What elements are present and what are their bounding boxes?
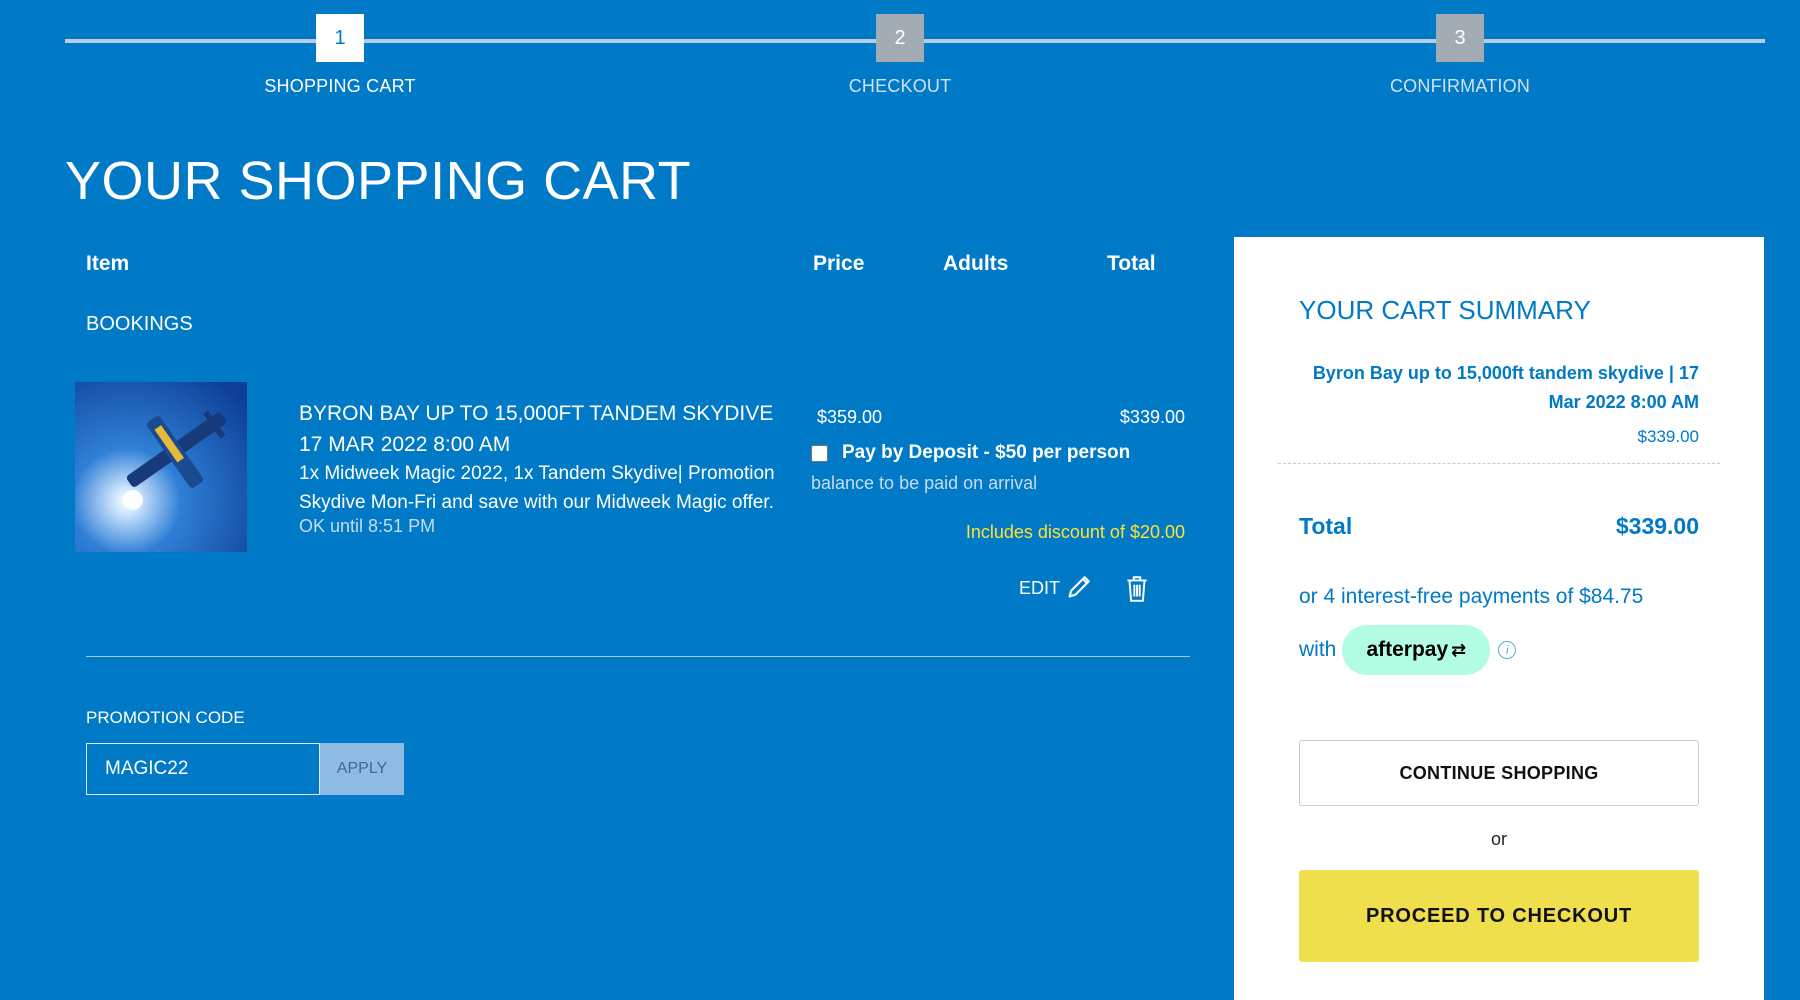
column-header-adults: Adults: [943, 252, 1009, 275]
promotion-code-label: PROMOTION CODE: [86, 708, 245, 727]
summary-item-name: Byron Bay up to 15,000ft tandem skydive …: [1312, 363, 1699, 412]
step-confirmation[interactable]: 3 CONFIRMATION: [1310, 14, 1610, 97]
cart-summary-title: YOUR CART SUMMARY: [1299, 295, 1591, 325]
booking-actions: EDIT: [1019, 572, 1150, 605]
step-checkout[interactable]: 2 CHECKOUT: [750, 14, 1050, 97]
pay-by-deposit-checkbox[interactable]: [811, 444, 828, 462]
page-title: YOUR SHOPPING CART: [65, 151, 692, 211]
with-label: with: [1299, 638, 1337, 661]
pay-by-deposit-label: Pay by Deposit - $50 per person: [842, 442, 1131, 463]
proceed-to-checkout-button[interactable]: PROCEED TO CHECKOUT: [1299, 870, 1699, 962]
info-icon[interactable]: i: [1498, 641, 1517, 659]
apply-promo-button[interactable]: APPLY: [320, 743, 404, 795]
edit-booking-link[interactable]: EDIT: [1019, 572, 1094, 605]
edit-label: EDIT: [1018, 578, 1060, 598]
step-number: 1: [316, 14, 364, 62]
booking-hold-note: OK until 8:51 PM: [299, 516, 436, 536]
column-header-price: Price: [813, 252, 865, 275]
summary-total-label: Total: [1299, 513, 1353, 539]
continue-shopping-button[interactable]: CONTINUE SHOPPING: [1299, 740, 1699, 806]
promotion-code-form: APPLY: [86, 743, 404, 795]
promotion-code-input[interactable]: [86, 743, 320, 795]
step-label: SHOPPING CART: [264, 76, 416, 96]
pay-by-deposit-option[interactable]: Pay by Deposit - $50 per person: [811, 442, 1130, 464]
step-label: CHECKOUT: [848, 76, 952, 96]
step-number: 3: [1436, 14, 1484, 62]
booking-description: 1x Midweek Magic 2022, 1x Tandem Skydive…: [299, 463, 775, 513]
afterpay-arrows-icon: ⇄: [1451, 639, 1467, 660]
summary-item-price: $339.00: [1637, 427, 1699, 446]
booking-title: BYRON BAY UP TO 15,000FT TANDEM SKYDIVE …: [299, 398, 819, 460]
booking-price: $359.00: [817, 407, 883, 427]
booking-total: $339.00: [1119, 407, 1185, 427]
bookings-section-label: BOOKINGS: [86, 313, 193, 335]
booking-title-date: 17 MAR 2022 8:00 AM: [299, 433, 511, 456]
cart-divider: [86, 656, 1190, 657]
skydive-product-image: [75, 382, 247, 552]
column-header-item: Item: [86, 252, 130, 275]
step-number: 2: [876, 14, 924, 62]
step-label: CONFIRMATION: [1389, 76, 1531, 96]
afterpay-installments-text: or 4 interest-free payments of $84.75: [1299, 585, 1644, 608]
column-header-total: Total: [1107, 252, 1156, 275]
summary-divider: [1278, 463, 1720, 464]
deposit-note: balance to be paid on arrival: [811, 473, 1038, 493]
summary-total-value: $339.00: [1615, 513, 1699, 539]
booking-title-name: BYRON BAY UP TO 15,000FT TANDEM SKYDIVE: [299, 402, 774, 425]
or-separator: or: [1490, 829, 1507, 849]
step-shopping-cart[interactable]: 1 SHOPPING CART: [190, 14, 490, 97]
afterpay-row: with afterpay ⇄ i: [1299, 625, 1517, 675]
pencil-icon: [1066, 572, 1094, 605]
trash-icon[interactable]: [1124, 574, 1150, 604]
afterpay-brand-text: afterpay: [1366, 638, 1449, 661]
checkout-progress-steps: 1 SHOPPING CART 2 CHECKOUT 3 CONFIRMATIO…: [65, 14, 1765, 104]
discount-note: Includes discount of $20.00: [965, 522, 1185, 542]
afterpay-logo: afterpay ⇄: [1342, 625, 1491, 675]
cart-summary-panel: YOUR CART SUMMARY Byron Bay up to 15,000…: [1234, 237, 1764, 1000]
